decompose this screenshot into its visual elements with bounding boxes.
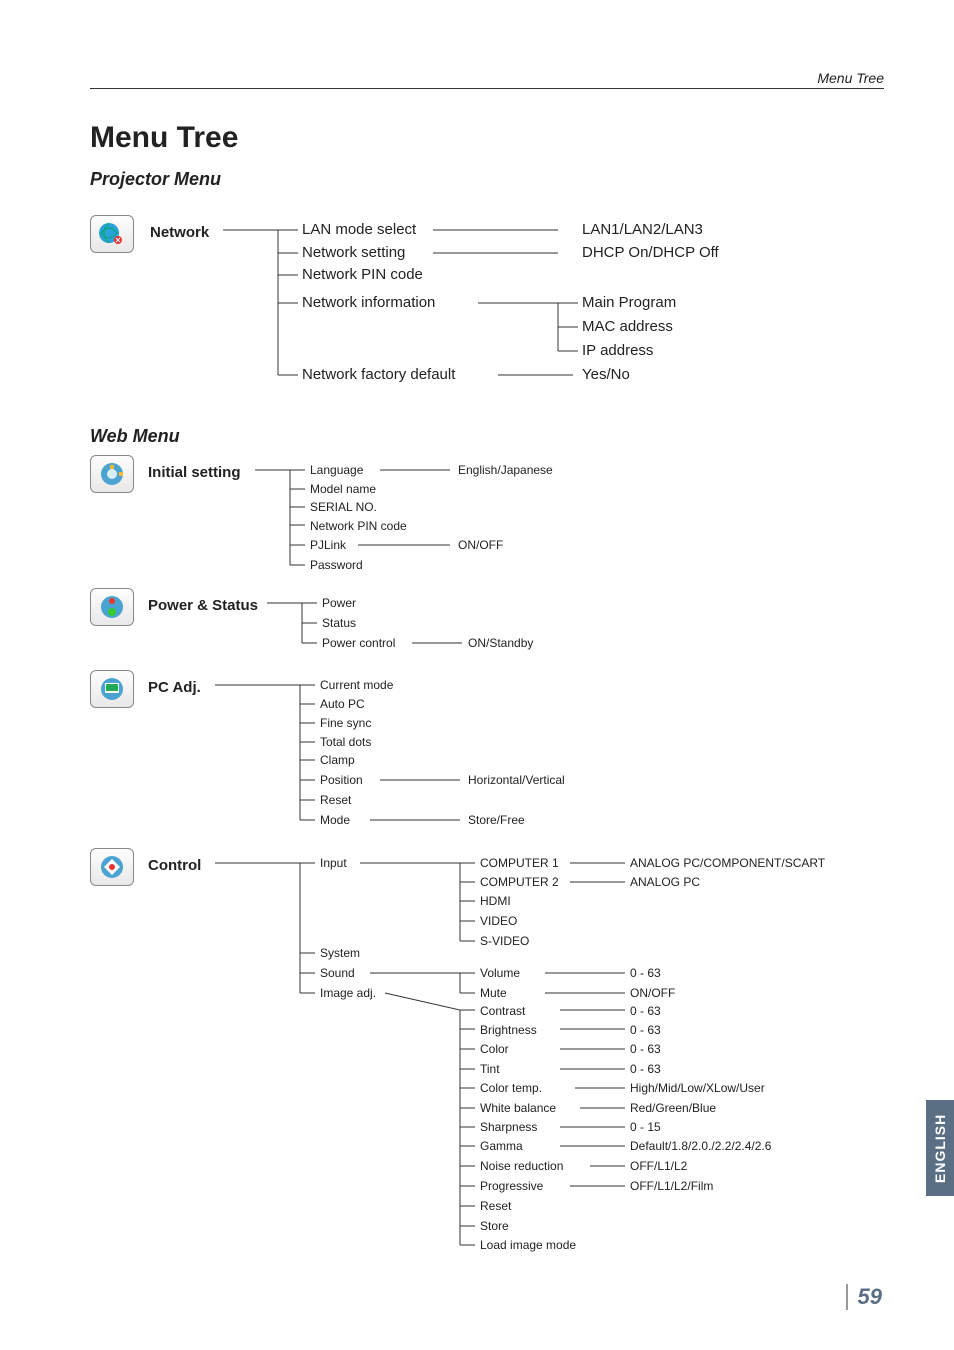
control-sound-child: Mute: [480, 986, 507, 1000]
power-item: Power control: [322, 636, 395, 650]
network-item: Network factory default: [302, 366, 455, 383]
initial-value: ON/OFF: [458, 538, 503, 552]
initial-item: SERIAL NO.: [310, 500, 377, 514]
control-image-child: Store: [480, 1219, 509, 1233]
control-item: Sound: [320, 966, 355, 980]
control-image-child: Contrast: [480, 1004, 525, 1018]
control-item: Input: [320, 856, 347, 870]
pcadj-value: Horizontal/Vertical: [468, 773, 565, 787]
control-image-child: White balance: [480, 1101, 556, 1115]
control-input-child: COMPUTER 1: [480, 856, 559, 870]
network-value: Yes/No: [582, 366, 630, 383]
pc-adj-icon: [90, 670, 134, 708]
power-status-label: Power & Status: [148, 597, 258, 614]
control-value: OFF/L1/L2/Film: [630, 1179, 713, 1193]
control-image-child: Progressive: [480, 1179, 543, 1193]
initial-item: Network PIN code: [310, 519, 407, 533]
control-image-child: Tint: [480, 1062, 500, 1076]
pcadj-item: Reset: [320, 793, 351, 807]
initial-setting-label: Initial setting: [148, 464, 241, 481]
control-value: ANALOG PC: [630, 875, 700, 889]
control-value: OFF/L1/L2: [630, 1159, 687, 1173]
initial-item: PJLink: [310, 538, 346, 552]
header-rule: [90, 88, 884, 89]
pcadj-item: Total dots: [320, 735, 371, 749]
control-item: Image adj.: [320, 986, 376, 1000]
pcadj-item: Position: [320, 773, 363, 787]
control-input-child: COMPUTER 2: [480, 875, 559, 889]
control-input-child: VIDEO: [480, 914, 517, 928]
network-info-child: MAC address: [582, 318, 673, 335]
network-item: LAN mode select: [302, 221, 416, 238]
control-image-child: Gamma: [480, 1139, 523, 1153]
network-info-child: IP address: [582, 342, 653, 359]
control-value: 0 - 63: [630, 1004, 661, 1018]
control-image-child: Color temp.: [480, 1081, 542, 1095]
pcadj-item: Fine sync: [320, 716, 371, 730]
power-item: Power: [322, 596, 356, 610]
pcadj-item: Current mode: [320, 678, 393, 692]
control-value: ON/OFF: [630, 986, 675, 1000]
control-value: 0 - 63: [630, 1023, 661, 1037]
pcadj-item: Mode: [320, 813, 350, 827]
control-image-child: Noise reduction: [480, 1159, 563, 1173]
control-icon: [90, 848, 134, 886]
pcadj-item: Clamp: [320, 753, 355, 767]
control-image-child: Reset: [480, 1199, 511, 1213]
initial-value: English/Japanese: [458, 463, 553, 477]
page-number: 59: [846, 1284, 882, 1310]
pcadj-item: Auto PC: [320, 697, 365, 711]
control-value: Red/Green/Blue: [630, 1101, 716, 1115]
control-value: 0 - 63: [630, 1062, 661, 1076]
control-value: Default/1.8/2.0./2.2/2.4/2.6: [630, 1139, 771, 1153]
control-value: 0 - 15: [630, 1120, 661, 1134]
pc-adj-label: PC Adj.: [148, 679, 201, 696]
network-item: Network information: [302, 294, 435, 311]
initial-setting-icon: [90, 455, 134, 493]
control-item: System: [320, 946, 360, 960]
section-projector-menu: Projector Menu: [90, 169, 884, 190]
network-label: Network: [150, 224, 209, 241]
initial-item: Language: [310, 463, 363, 477]
language-tab: ENGLISH: [926, 1100, 954, 1196]
network-value: LAN1/LAN2/LAN3: [582, 221, 703, 238]
control-value: ANALOG PC/COMPONENT/SCART: [630, 856, 825, 870]
network-item: Network setting: [302, 244, 405, 261]
initial-item: Password: [310, 558, 363, 572]
power-item: Status: [322, 616, 356, 630]
control-value: 0 - 63: [630, 966, 661, 980]
control-value: 0 - 63: [630, 1042, 661, 1056]
pcadj-value: Store/Free: [468, 813, 525, 827]
network-item: Network PIN code: [302, 266, 423, 283]
control-image-child: Brightness: [480, 1023, 537, 1037]
network-value: DHCP On/DHCP Off: [582, 244, 719, 261]
control-input-child: S-VIDEO: [480, 934, 529, 948]
breadcrumb: Menu Tree: [817, 70, 884, 86]
control-image-child: Load image mode: [480, 1238, 576, 1252]
power-value: ON/Standby: [468, 636, 533, 650]
section-web-menu: Web Menu: [90, 426, 180, 447]
initial-item: Model name: [310, 482, 376, 496]
page-title: Menu Tree: [90, 121, 884, 155]
network-info-child: Main Program: [582, 294, 676, 311]
control-input-child: HDMI: [480, 894, 511, 908]
control-value: High/Mid/Low/XLow/User: [630, 1081, 765, 1095]
power-status-icon: [90, 588, 134, 626]
control-sound-child: Volume: [480, 966, 520, 980]
control-label: Control: [148, 857, 201, 874]
control-image-child: Sharpness: [480, 1120, 537, 1134]
network-icon: [90, 215, 134, 253]
control-image-child: Color: [480, 1042, 509, 1056]
